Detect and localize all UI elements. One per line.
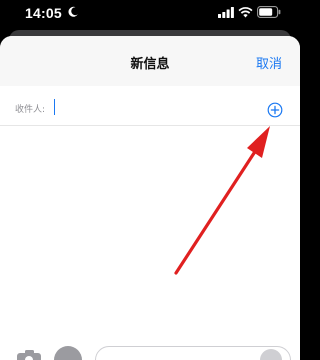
status-bar: 14:05 [0,0,300,28]
app-store-icon[interactable] [54,346,82,360]
wifi-icon [238,7,253,18]
add-contact-icon[interactable] [267,102,283,118]
cancel-button[interactable]: 取消 [256,53,282,72]
status-time: 14:05 [25,5,62,21]
battery-icon [257,6,281,18]
signal-icon [218,7,234,18]
bottom-toolbar [0,338,300,360]
new-message-sheet: 新信息 取消 收件人: [0,36,300,360]
recipient-label: 收件人: [15,105,46,115]
camera-icon[interactable] [16,350,44,360]
nav-bar: 新信息 取消 [0,36,300,86]
recipient-row: 收件人: [0,86,300,126]
moon-icon [68,6,78,17]
recipient-input[interactable] [54,99,244,115]
